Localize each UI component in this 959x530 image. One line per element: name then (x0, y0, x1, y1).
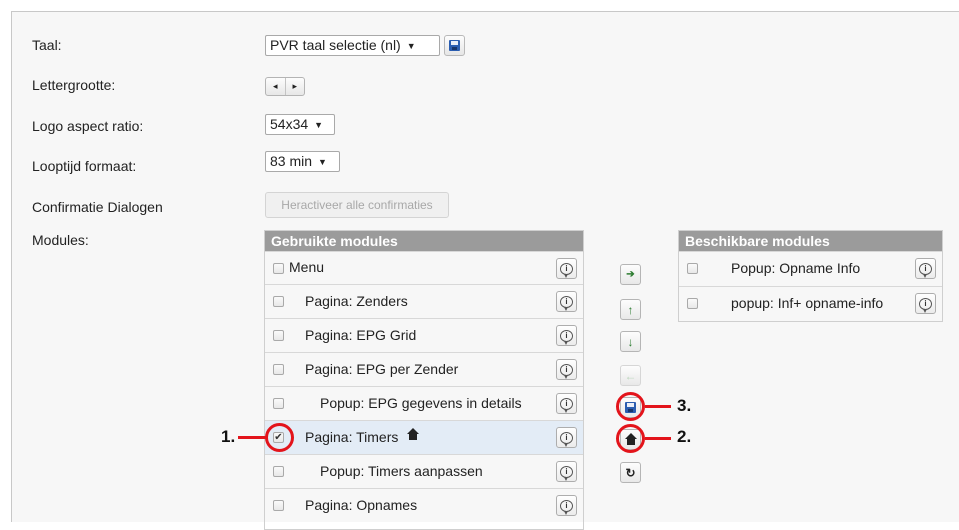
increase-font-button[interactable]: ▸ (284, 78, 305, 95)
decrease-font-button[interactable]: ◂ (266, 78, 285, 95)
speech-bubble-icon: i (919, 297, 932, 313)
module-label: Pagina: Opnames (305, 497, 418, 513)
modules-label: Modules: (32, 232, 89, 248)
module-checkbox[interactable] (273, 296, 284, 307)
reset-modules-button[interactable]: ↻ (620, 462, 641, 483)
reset-icon: ↻ (625, 465, 636, 480)
confirmatie-label: Confirmatie Dialogen (32, 199, 163, 215)
module-row-timers-aanpassen[interactable]: Popup: Timers aanpassen i (265, 454, 583, 488)
home-icon (407, 428, 419, 442)
add-module-button[interactable]: ➔ (620, 264, 641, 285)
taal-label: Taal: (32, 37, 62, 53)
module-label: Popup: Timers aanpassen (320, 463, 483, 479)
module-label: Pagina: EPG per Zender (305, 361, 459, 377)
module-checkbox[interactable] (273, 263, 284, 274)
module-info-button[interactable]: i (915, 293, 936, 314)
taal-save-button[interactable] (444, 35, 465, 56)
module-checkbox[interactable] (687, 298, 698, 309)
module-row-menu[interactable]: Menu i (265, 251, 583, 284)
module-label: popup: Inf+ opname-info (731, 295, 884, 311)
annotation-circle-1 (265, 423, 294, 452)
module-checkbox[interactable] (273, 398, 284, 409)
module-row-epg-per-zender[interactable]: Pagina: EPG per Zender i (265, 352, 583, 386)
annotation-number-1: 1. (221, 427, 236, 446)
speech-bubble-icon: i (560, 363, 573, 379)
annotation-line-2 (645, 437, 671, 440)
available-row-inf-opname-info[interactable]: popup: Inf+ opname-info i (679, 286, 942, 321)
module-checkbox[interactable] (273, 364, 284, 375)
speech-bubble-icon: i (919, 262, 932, 278)
annotation-number-3: 3. (677, 396, 692, 415)
speech-bubble-icon: i (560, 295, 573, 311)
annotation-line-1 (238, 436, 266, 439)
chevron-down-icon: ▼ (406, 41, 416, 51)
module-info-button[interactable]: i (556, 461, 577, 482)
used-modules-table: Gebruikte modules Menu i Pagina: Zenders… (264, 230, 584, 530)
looptijd-value: 83 min (270, 153, 313, 169)
logo-aspect-value: 54x34 (270, 116, 309, 132)
speech-bubble-icon: i (560, 262, 573, 278)
available-row-opname-info[interactable]: Popup: Opname Info i (679, 251, 942, 286)
module-checkbox[interactable] (273, 466, 284, 477)
available-modules-header: Beschikbare modules (679, 231, 942, 251)
module-row-zenders[interactable]: Pagina: Zenders i (265, 284, 583, 318)
chevron-down-icon: ▼ (318, 157, 327, 167)
module-label: Pagina: Timers (305, 429, 399, 445)
module-checkbox[interactable] (273, 330, 284, 341)
module-row-opnames[interactable]: Pagina: Opnames i (265, 488, 583, 522)
module-info-button[interactable]: i (556, 495, 577, 516)
logo-aspect-label: Logo aspect ratio: (32, 118, 144, 134)
lettergrootte-label: Lettergrootte: (32, 77, 116, 93)
speech-bubble-icon: i (560, 397, 573, 413)
module-row-epg-details[interactable]: Popup: EPG gegevens in details i (265, 386, 583, 420)
module-info-button[interactable]: i (556, 427, 577, 448)
speech-bubble-icon: i (560, 329, 573, 345)
move-down-button[interactable]: ↓ (620, 331, 641, 352)
module-label: Pagina: EPG Grid (305, 327, 417, 343)
used-modules-header: Gebruikte modules (265, 231, 583, 251)
annotation-circle-2 (616, 424, 645, 453)
chevron-down-icon: ▼ (314, 120, 324, 130)
speech-bubble-icon: i (560, 499, 573, 515)
module-checkbox[interactable] (687, 263, 698, 274)
annotation-number-2: 2. (677, 427, 692, 446)
module-row-epg-grid[interactable]: Pagina: EPG Grid i (265, 318, 583, 352)
module-info-button[interactable]: i (915, 258, 936, 279)
floppy-disk-icon (449, 40, 460, 51)
module-info-button[interactable]: i (556, 359, 577, 380)
move-up-button[interactable]: ↑ (620, 299, 641, 320)
reactivate-confirmations-button[interactable]: Heractiveer alle confirmaties (265, 192, 449, 218)
taal-select-value: PVR taal selectie (nl) (270, 37, 401, 53)
module-info-button[interactable]: i (556, 393, 577, 414)
module-row-timers[interactable]: ✔ Pagina: Timers i (265, 420, 583, 454)
annotation-line-3 (645, 405, 671, 408)
looptijd-label: Looptijd formaat: (32, 158, 137, 174)
arrow-up-icon: ↑ (627, 302, 634, 317)
taal-select[interactable]: PVR taal selectie (nl) ▼ (265, 35, 440, 56)
looptijd-select[interactable]: 83 min ▼ (265, 151, 340, 172)
annotation-circle-3 (616, 392, 645, 421)
remove-module-button[interactable]: ← (620, 365, 641, 386)
arrow-left-icon: ← (624, 368, 637, 383)
module-info-button[interactable]: i (556, 258, 577, 279)
speech-bubble-icon: i (560, 465, 573, 481)
module-label: Pagina: Zenders (305, 293, 408, 309)
arrow-down-icon: ↓ (627, 334, 634, 349)
speech-bubble-icon: i (560, 431, 573, 447)
arrow-right-icon: ➔ (626, 269, 635, 280)
module-label: Popup: EPG gegevens in details (320, 395, 522, 411)
module-label: Popup: Opname Info (731, 260, 861, 276)
module-info-button[interactable]: i (556, 325, 577, 346)
font-size-stepper[interactable]: ◂ ▸ (265, 77, 305, 96)
module-checkbox[interactable] (273, 500, 284, 511)
module-info-button[interactable]: i (556, 291, 577, 312)
available-modules-table: Beschikbare modules Popup: Opname Info i… (678, 230, 943, 322)
module-label: Menu (289, 259, 325, 275)
logo-aspect-select[interactable]: 54x34 ▼ (265, 114, 335, 135)
